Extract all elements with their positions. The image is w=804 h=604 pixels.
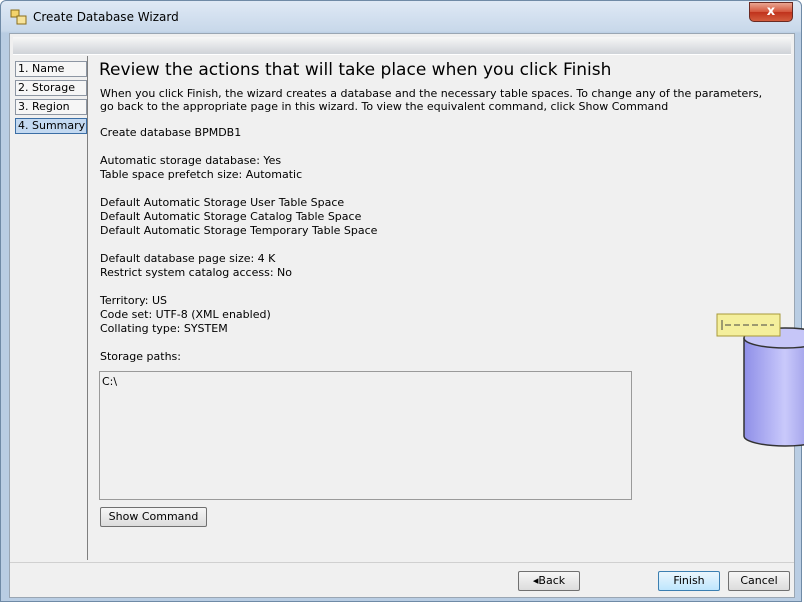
- summary-panel: Review the actions that will take place …: [90, 56, 804, 560]
- back-button[interactable]: ◂Back: [518, 571, 580, 591]
- database-cylinder-icon: [743, 327, 804, 447]
- nav-item-name[interactable]: 1. Name: [15, 61, 87, 77]
- nav-item-storage[interactable]: 2. Storage: [15, 80, 87, 96]
- window-title: Create Database Wizard: [33, 10, 179, 24]
- show-command-button[interactable]: Show Command: [100, 507, 207, 527]
- summary-line: Default Automatic Storage User Table Spa…: [100, 196, 345, 209]
- summary-line: Automatic storage database: Yes: [100, 154, 282, 167]
- finish-button[interactable]: Finish: [658, 571, 720, 591]
- app-icon: [10, 9, 27, 25]
- storage-paths-label: Storage paths:: [100, 350, 181, 363]
- wizard-window: Create Database Wizard x 1. Name 2. Stor…: [0, 0, 804, 602]
- wizard-nav: 1. Name 2. Storage 3. Region 4. Summary: [13, 56, 88, 560]
- header-banner: [13, 37, 791, 55]
- nav-item-region[interactable]: 3. Region: [15, 99, 87, 115]
- page-description: When you click Finish, the wizard create…: [100, 87, 763, 113]
- summary-line: Create database BPMDB1: [100, 126, 242, 139]
- back-label: Back: [538, 574, 566, 587]
- storage-paths-field[interactable]: C:\: [99, 371, 632, 500]
- summary-line: Code set: UTF-8 (XML enabled): [100, 308, 271, 321]
- summary-line: Default Automatic Storage Temporary Tabl…: [100, 224, 378, 237]
- nav-item-summary[interactable]: 4. Summary: [15, 118, 87, 134]
- page-title: Review the actions that will take place …: [99, 60, 612, 80]
- summary-line: Restrict system catalog access: No: [100, 266, 292, 279]
- wizard-client: 1. Name 2. Storage 3. Region 4. Summary …: [9, 33, 804, 598]
- button-bar-separator: [10, 562, 794, 563]
- close-button[interactable]: x: [749, 2, 793, 22]
- close-icon: x: [766, 4, 776, 19]
- summary-line: Default Automatic Storage Catalog Table …: [100, 210, 362, 223]
- cancel-button[interactable]: Cancel: [728, 571, 790, 591]
- summary-line: Default database page size: 4 K: [100, 252, 276, 265]
- summary-line: Table space prefetch size: Automatic: [100, 168, 303, 181]
- storage-path-value: C:\: [102, 375, 118, 388]
- note-icon: [716, 313, 781, 337]
- summary-line: Territory: US: [100, 294, 168, 307]
- title-bar[interactable]: Create Database Wizard x: [1, 1, 801, 33]
- summary-line: Collating type: SYSTEM: [100, 322, 228, 335]
